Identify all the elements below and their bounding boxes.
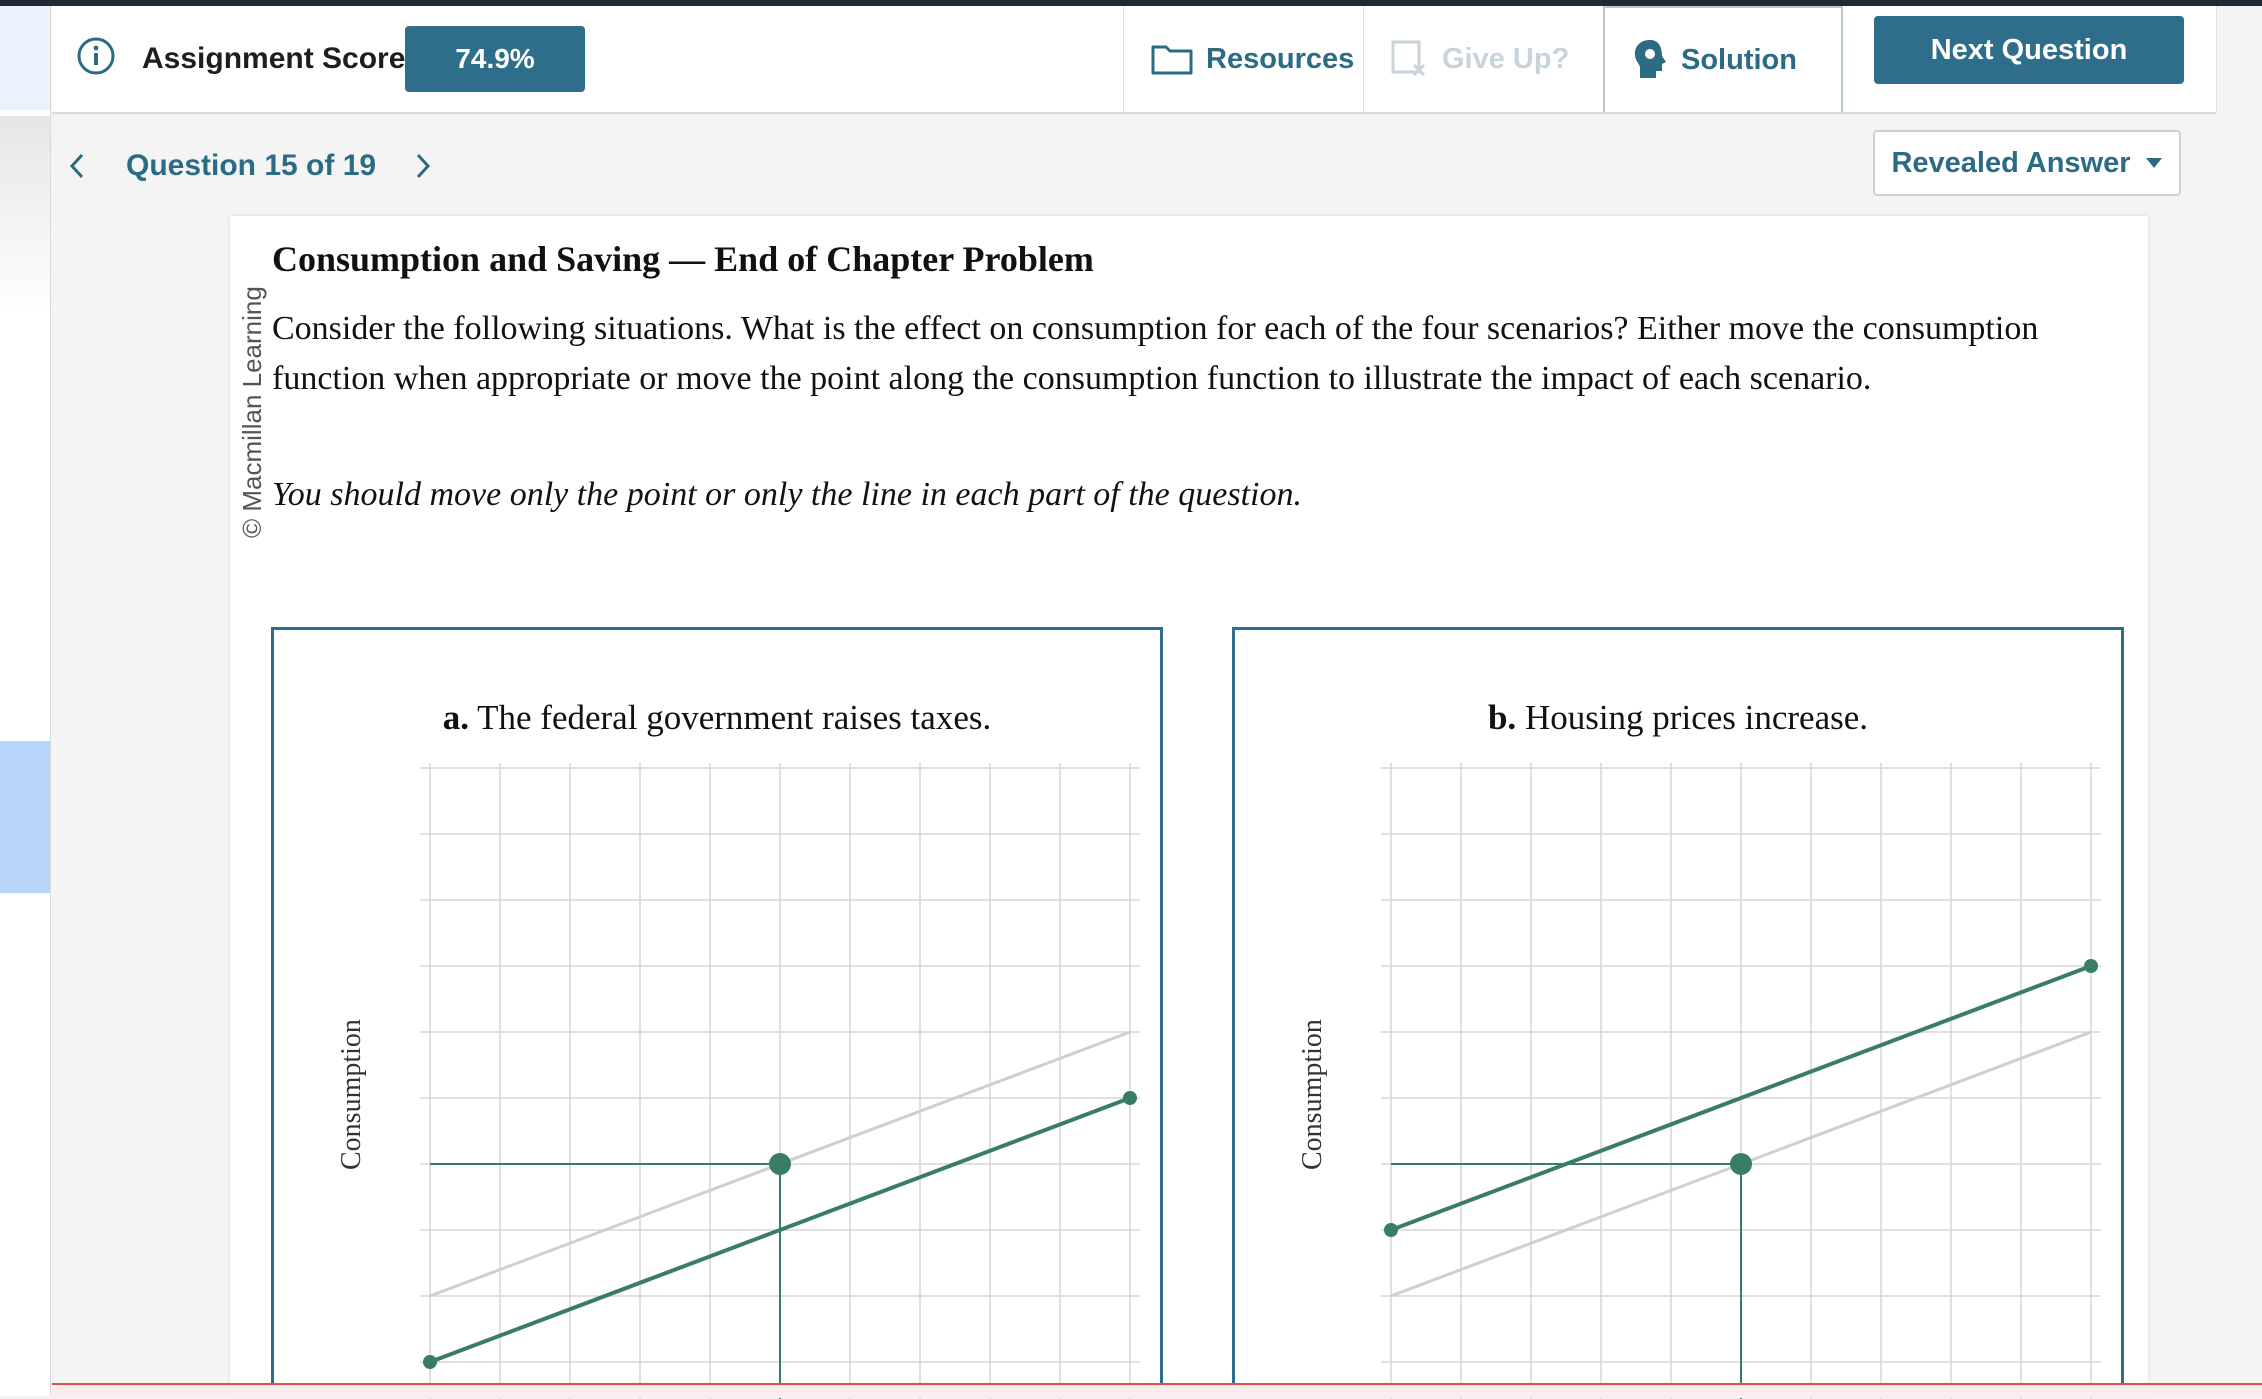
revealed-answer-label: Revealed Answer (1891, 146, 2131, 179)
question-title: Consumption and Saving — End of Chapter … (272, 239, 1094, 279)
assignment-score-label: Assignment Score: (142, 42, 416, 75)
consumption-graph-b[interactable] (1381, 763, 2101, 1399)
solution-label: Solution (1681, 43, 1797, 76)
question-body: Consider the following situations. What … (272, 310, 2039, 397)
chevron-right-icon[interactable] (412, 151, 434, 181)
graph-title-b: b. Housing prices increase. (1235, 698, 2121, 738)
resources-button[interactable]: Resources (1123, 6, 1363, 112)
question-instruction: You should move only the point or only t… (272, 476, 1302, 513)
y-axis-label-b: Consumption (1297, 1019, 1328, 1170)
line-handle-point[interactable] (1123, 1091, 1137, 1105)
header-divider (2216, 6, 2217, 112)
give-up-label: Give Up? (1442, 42, 1570, 75)
revealed-answer-dropdown[interactable]: Revealed Answer (1873, 130, 2181, 196)
graph-canvas (420, 763, 1140, 1399)
assignment-header: Assignment Score: 74.9% Resources Give U… (52, 6, 2217, 114)
caret-down-icon (2145, 158, 2162, 168)
sidebar-shade (0, 116, 50, 316)
copyright-notice: © Macmillan Learning (237, 286, 267, 538)
resources-label: Resources (1206, 42, 1355, 75)
graph-letter-b: b. (1487, 698, 1517, 737)
y-axis-label-a: Consumption (336, 1019, 367, 1170)
graph-panel-a: a. The federal government raises taxes. … (271, 627, 1163, 1399)
consumption-point[interactable] (1730, 1153, 1752, 1175)
sidebar-selected-marker[interactable] (0, 741, 50, 893)
left-sidebar (0, 6, 51, 1396)
graph-title-a: a. The federal government raises taxes. (274, 698, 1160, 738)
give-up-button[interactable]: Give Up? (1363, 6, 1603, 112)
chevron-left-icon[interactable] (66, 151, 88, 181)
solution-button[interactable]: Solution (1603, 6, 1843, 112)
graph-caption-b: Housing prices increase. (1524, 698, 1869, 737)
assignment-score-badge[interactable]: 74.9% (405, 26, 585, 92)
question-navigation: Question 15 of 19 (66, 144, 434, 188)
consumption-graph-a[interactable] (420, 763, 1140, 1399)
line-handle-point[interactable] (2084, 959, 2098, 973)
info-icon[interactable] (76, 36, 116, 76)
line-handle-point[interactable] (423, 1355, 437, 1369)
consumption-point[interactable] (769, 1153, 791, 1175)
lightbulb-head-icon (1634, 40, 1666, 78)
next-question-button[interactable]: Next Question (1874, 16, 2184, 84)
graph-panel-b: b. Housing prices increase. Consumption (1232, 627, 2124, 1399)
give-up-icon (1391, 40, 1426, 77)
graph-caption-a: The federal government raises taxes. (477, 698, 992, 737)
graph-canvas (1381, 763, 2101, 1399)
line-handle-point[interactable] (1384, 1223, 1398, 1237)
graph-letter-a: a. (442, 698, 470, 737)
question-counter[interactable]: Question 15 of 19 (126, 149, 376, 183)
sidebar-top-highlight (0, 6, 50, 110)
folder-icon (1151, 45, 1193, 75)
